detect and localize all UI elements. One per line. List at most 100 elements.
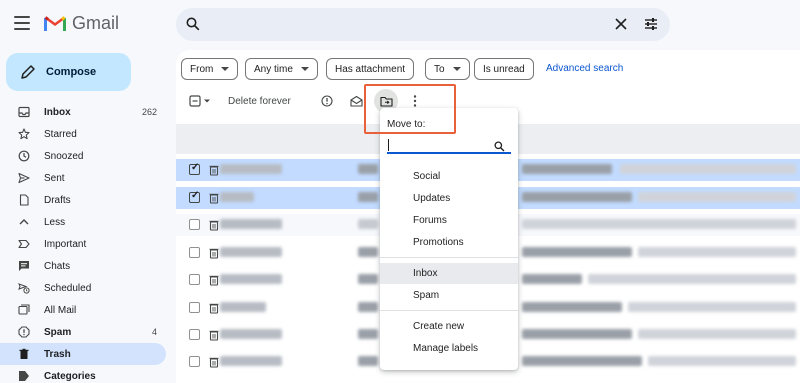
sidebar-item-trash[interactable]: Trash xyxy=(0,343,166,365)
sender-redacted xyxy=(220,329,282,339)
inbox-icon xyxy=(18,106,30,118)
sidebar-item-label: All Mail xyxy=(44,304,77,316)
open-envelope-icon xyxy=(349,95,363,107)
menu-item-social[interactable]: Social xyxy=(380,166,518,187)
search-options-icon[interactable] xyxy=(644,17,658,31)
subject-redacted xyxy=(522,192,632,202)
sidebar-item-label: Chats xyxy=(44,260,71,272)
snippet-redacted xyxy=(522,219,796,229)
trash-icon[interactable] xyxy=(208,219,220,231)
subject-redacted xyxy=(358,356,378,366)
subject-redacted xyxy=(358,302,378,312)
compose-button[interactable]: Compose xyxy=(6,53,131,91)
sidebar-item-label: Trash xyxy=(44,348,71,360)
unread-count: 4 xyxy=(151,327,157,337)
sidebar-item-label: Snoozed xyxy=(44,150,84,162)
advanced-search-link[interactable]: Advanced search xyxy=(546,63,623,74)
gmail-m-icon xyxy=(44,16,66,31)
scheduled-icon xyxy=(18,283,30,294)
subject-redacted xyxy=(522,302,622,312)
trash-icon[interactable] xyxy=(208,356,220,368)
row-checkbox[interactable] xyxy=(189,219,200,230)
sidebar-item-inbox[interactable]: Inbox 262 xyxy=(0,101,166,123)
menu-divider xyxy=(380,257,518,258)
chip-label: From xyxy=(190,63,214,75)
menu-item-promotions[interactable]: Promotions xyxy=(380,232,518,253)
menu-item-manage-labels[interactable]: Manage labels xyxy=(380,338,518,359)
sender-redacted xyxy=(220,356,282,366)
sidebar-item-label: Categories xyxy=(44,370,96,382)
mark-as-read-button[interactable] xyxy=(345,89,367,113)
delete-forever-button[interactable]: Delete forever xyxy=(228,96,291,107)
sidebar-item-label: Important xyxy=(44,238,87,250)
trash-icon[interactable] xyxy=(208,274,220,286)
gmail-logo[interactable]: Gmail xyxy=(44,13,119,34)
search-input[interactable] xyxy=(216,8,586,41)
trash-icon[interactable] xyxy=(208,329,220,341)
sidebar-item-all-mail[interactable]: All Mail xyxy=(0,299,166,321)
row-checkbox[interactable] xyxy=(189,247,200,258)
select-all-dropdown[interactable] xyxy=(186,89,214,113)
sidebar-item-spam[interactable]: Spam 4 xyxy=(0,321,166,343)
menu-item-inbox[interactable]: Inbox xyxy=(380,263,518,284)
chip-label: To xyxy=(434,63,445,75)
clock-icon xyxy=(18,150,30,162)
row-checkbox[interactable] xyxy=(189,302,200,313)
star-icon xyxy=(18,128,30,140)
report-spam-button[interactable] xyxy=(316,89,338,113)
filter-chip-to[interactable]: To xyxy=(425,58,470,80)
menu-item-spam[interactable]: Spam xyxy=(380,285,518,306)
snippet-redacted xyxy=(620,164,796,174)
search-icon[interactable] xyxy=(186,17,200,31)
menu-line xyxy=(14,22,30,24)
filter-chip-from[interactable]: From xyxy=(181,58,239,80)
sidebar-item-scheduled[interactable]: Scheduled xyxy=(0,277,166,299)
sidebar-item-snoozed[interactable]: Snoozed xyxy=(0,145,166,167)
more-vertical-icon xyxy=(413,95,417,107)
move-to-menu: Move to: Social Updates Forums Promotion… xyxy=(380,108,518,370)
sidebar-item-categories[interactable]: Categories xyxy=(0,365,166,383)
draft-icon xyxy=(19,194,29,206)
sender-redacted xyxy=(220,192,254,202)
sidebar-item-starred[interactable]: Starred xyxy=(0,123,166,145)
clear-search-icon[interactable] xyxy=(615,18,627,30)
subject-redacted xyxy=(358,219,378,229)
trash-icon[interactable] xyxy=(208,302,220,314)
select-checkbox-icon xyxy=(189,95,210,107)
row-checkbox[interactable] xyxy=(189,162,200,175)
subject-redacted xyxy=(358,247,378,257)
row-checkbox[interactable] xyxy=(189,356,200,367)
main-menu-button[interactable] xyxy=(14,16,30,30)
search-icon xyxy=(494,141,505,152)
label-search-input[interactable] xyxy=(387,136,511,154)
row-checkbox[interactable] xyxy=(189,274,200,285)
sidebar-item-drafts[interactable]: Drafts xyxy=(0,189,166,211)
search-bar[interactable] xyxy=(176,8,670,41)
menu-line xyxy=(14,16,30,18)
menu-item-forums[interactable]: Forums xyxy=(380,210,518,231)
spam-icon xyxy=(18,326,30,338)
move-to-title: Move to: xyxy=(387,119,426,130)
menu-line xyxy=(14,28,30,30)
sender-redacted xyxy=(220,274,282,284)
sidebar-item-sent[interactable]: Sent xyxy=(0,167,166,189)
sidebar-item-label: Sent xyxy=(44,172,65,184)
menu-item-create-new[interactable]: Create new xyxy=(380,316,518,337)
chip-label: Has attachment xyxy=(335,63,406,75)
sidebar-item-label: Drafts xyxy=(44,194,71,206)
trash-icon[interactable] xyxy=(208,192,220,204)
row-checkbox[interactable] xyxy=(189,190,200,203)
chat-icon xyxy=(19,261,29,271)
sidebar-item-important[interactable]: Important xyxy=(0,233,166,255)
row-checkbox[interactable] xyxy=(189,329,200,340)
sidebar-item-less[interactable]: Less xyxy=(0,211,166,233)
filter-chip-is-unread[interactable]: Is unread xyxy=(474,58,534,80)
subject-redacted xyxy=(522,247,632,257)
filter-chip-any-time[interactable]: Any time xyxy=(245,58,318,80)
trash-icon[interactable] xyxy=(208,164,220,176)
sidebar-item-chats[interactable]: Chats xyxy=(0,255,166,277)
menu-item-updates[interactable]: Updates xyxy=(380,188,518,209)
sidebar-item-label: Inbox xyxy=(44,106,71,118)
trash-icon[interactable] xyxy=(208,247,220,259)
filter-chip-has-attachment[interactable]: Has attachment xyxy=(326,58,415,80)
